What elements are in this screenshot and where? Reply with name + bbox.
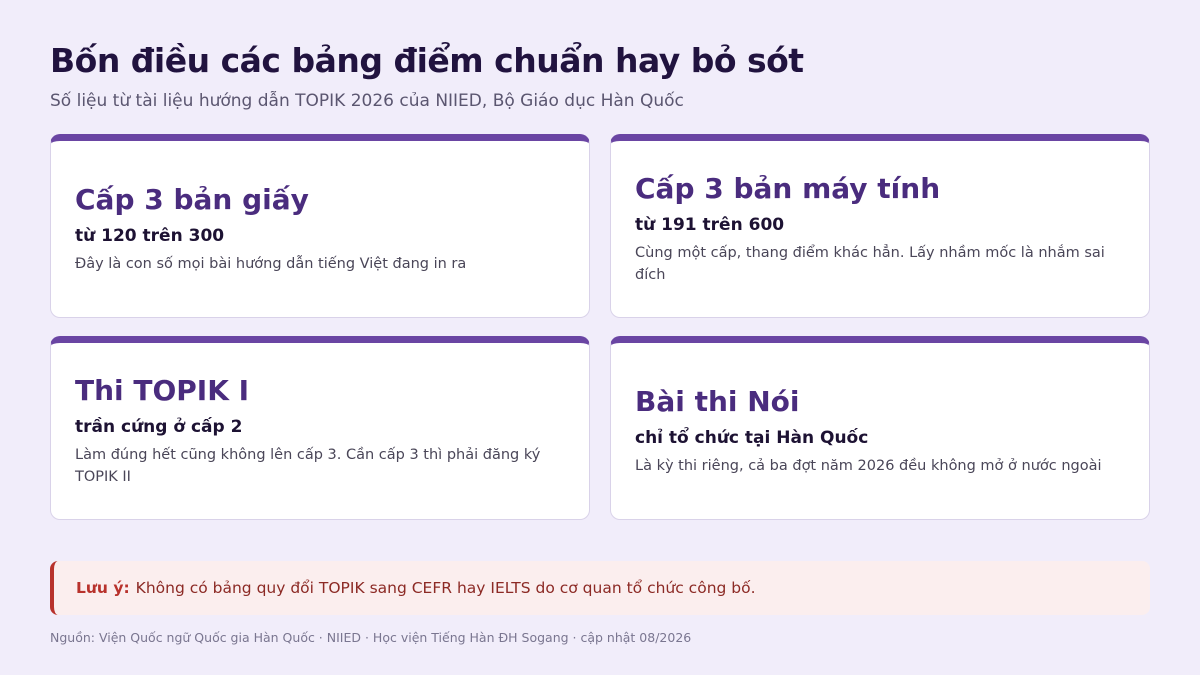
warning-note: Lưu ý: Không có bảng quy đổi TOPIK sang …	[50, 561, 1150, 615]
card-description: Là kỳ thi riêng, cả ba đợt năm 2026 đều …	[635, 458, 1102, 474]
note-text: Không có bảng quy đổi TOPIK sang CEFR ha…	[135, 579, 756, 597]
card-description: Đây là con số mọi bài hướng dẫn tiếng Vi…	[75, 256, 467, 272]
card-speaking-test: Bài thi Nói chỉ tổ chức tại Hàn Quốc Là …	[610, 336, 1150, 520]
card-title: Cấp 3 bản máy tính	[635, 172, 941, 205]
card-subtitle: từ 191 trên 600	[635, 215, 785, 235]
infographic: Bốn điều các bảng điểm chuẩn hay bỏ sót …	[50, 40, 1150, 645]
card-subtitle: trần cứng ở cấp 2	[75, 417, 243, 437]
card-subtitle: từ 120 trên 300	[75, 226, 225, 246]
page-title: Bốn điều các bảng điểm chuẩn hay bỏ sót	[50, 41, 804, 80]
card-description: Cùng một cấp, thang điểm khác hẳn. Lấy n…	[635, 245, 1105, 283]
card-grid: Cấp 3 bản giấy từ 120 trên 300 Đây là co…	[50, 134, 1150, 520]
note-label: Lưu ý:	[76, 579, 130, 597]
card-title: Bài thi Nói	[635, 385, 800, 418]
card-title: Thi TOPIK I	[75, 374, 250, 407]
card-topik-1: Thi TOPIK I trần cứng ở cấp 2 Làm đúng h…	[50, 336, 590, 520]
card-description: Làm đúng hết cũng không lên cấp 3. Cần c…	[75, 447, 541, 485]
page-subtitle: Số liệu từ tài liệu hướng dẫn TOPIK 2026…	[50, 91, 684, 111]
card-paper-level-3: Cấp 3 bản giấy từ 120 trên 300 Đây là co…	[50, 134, 590, 318]
source-footer: Nguồn: Viện Quốc ngữ Quốc gia Hàn Quốc ·…	[50, 630, 692, 645]
card-computer-level-3: Cấp 3 bản máy tính từ 191 trên 600 Cùng …	[610, 134, 1150, 318]
card-subtitle: chỉ tổ chức tại Hàn Quốc	[635, 428, 869, 448]
card-title: Cấp 3 bản giấy	[75, 183, 309, 216]
